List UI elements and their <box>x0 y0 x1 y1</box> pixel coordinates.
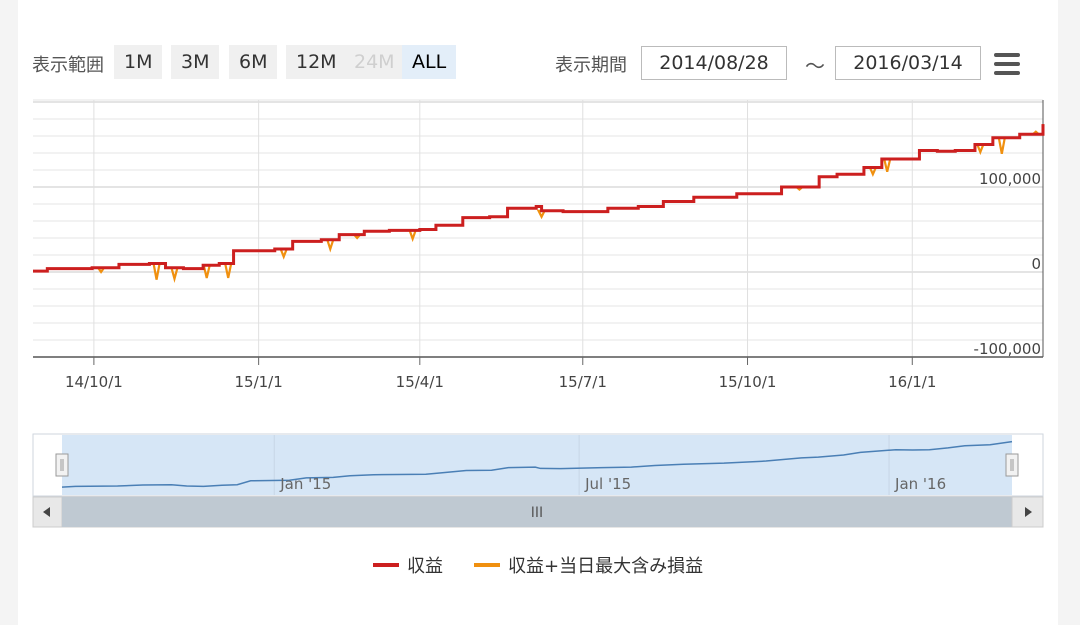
navigator-label: Jan '16 <box>894 475 946 493</box>
navigator-right-handle[interactable] <box>1005 453 1019 477</box>
series-profit-line <box>33 124 1045 273</box>
navigator-left-handle[interactable] <box>55 453 69 477</box>
x-tick-label: 15/1/1 <box>234 373 282 391</box>
x-tick-label: 16/1/1 <box>888 373 936 391</box>
x-tick-label: 15/7/1 <box>559 373 607 391</box>
legend-unrealized-label[interactable]: 収益+当日最大含み損益 <box>508 552 703 578</box>
y-tick-label: 0 <box>1031 255 1041 273</box>
y-tick-label: -100,000 <box>974 340 1041 358</box>
legend-profit-swatch <box>373 563 399 567</box>
series-unrealized-line <box>33 124 1045 283</box>
navigator-label: Jan '15 <box>279 475 331 493</box>
legend-unrealized-swatch <box>474 563 500 567</box>
chart-svg: 14/10/1 15/1/1 15/4/1 15/7/1 15/10/1 16/1/1 1… <box>32 99 1045 528</box>
x-tick-label: 15/10/1 <box>719 373 777 391</box>
legend-profit-label[interactable]: 収益 <box>407 552 443 578</box>
x-tick-label: 15/4/1 <box>396 373 444 391</box>
y-tick-label: 100,000 <box>979 170 1041 188</box>
scrollbar-grip: III <box>531 505 543 521</box>
x-tick-label: 14/10/1 <box>65 373 123 391</box>
navigator-label: Jul '15 <box>584 475 631 493</box>
